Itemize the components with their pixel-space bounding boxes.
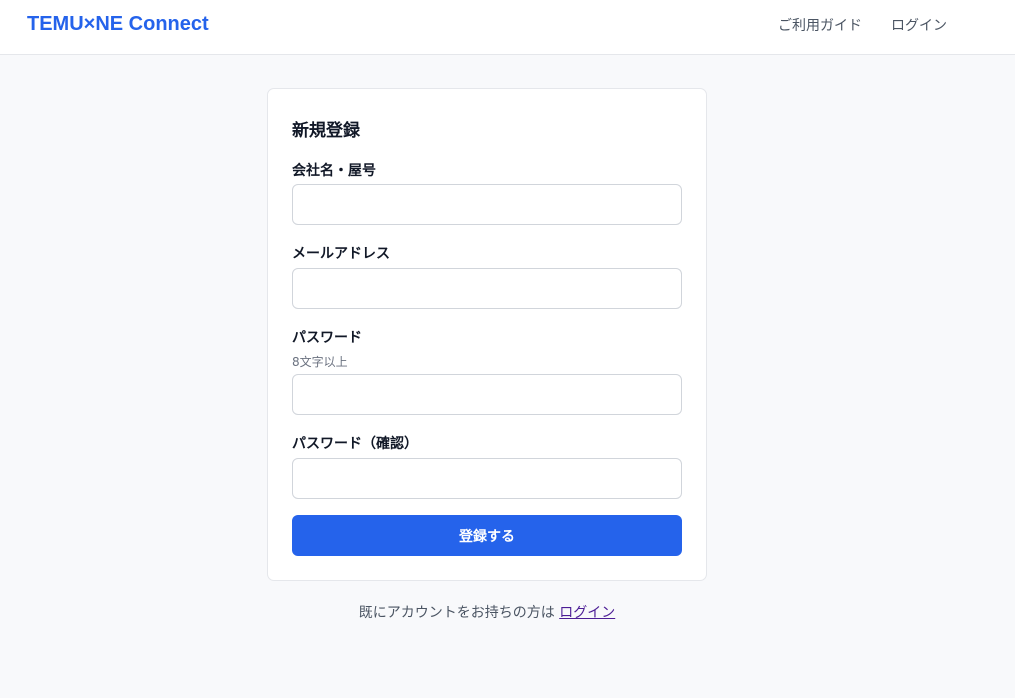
email-label: メールアドレス (292, 246, 390, 262)
company-name-label: 会社名・屋号 (292, 163, 376, 179)
top-navigation-bar: TEMU×NE Connect ご利用ガイド ログイン (0, 0, 1015, 55)
password-hint: 8文字以上 (292, 355, 348, 369)
password-label: パスワード (292, 330, 362, 346)
register-button[interactable]: 登録する (292, 515, 682, 556)
header-nav: ご利用ガイド ログイン (778, 15, 947, 35)
login-prompt: 既にアカウントをお持ちの方は ログイン (0, 602, 974, 622)
password-confirm-label: パスワード（確認） (292, 436, 418, 452)
signup-card: 新規登録 会社名・屋号 メールアドレス パスワード 8文字以上 パスワード（確認… (267, 88, 707, 581)
brand-logo-link[interactable]: TEMU×NE Connect (27, 13, 209, 36)
password-input[interactable] (292, 374, 682, 415)
page-title: 新規登録 (292, 121, 360, 141)
email-input[interactable] (292, 268, 682, 309)
login-prompt-text: 既にアカウントをお持ちの方は (358, 605, 555, 621)
company-name-input[interactable] (292, 184, 682, 225)
nav-login-link[interactable]: ログイン (891, 15, 947, 35)
nav-guide-link[interactable]: ご利用ガイド (778, 15, 862, 35)
footer-login-link[interactable]: ログイン (559, 605, 615, 621)
password-confirm-input[interactable] (292, 458, 682, 499)
